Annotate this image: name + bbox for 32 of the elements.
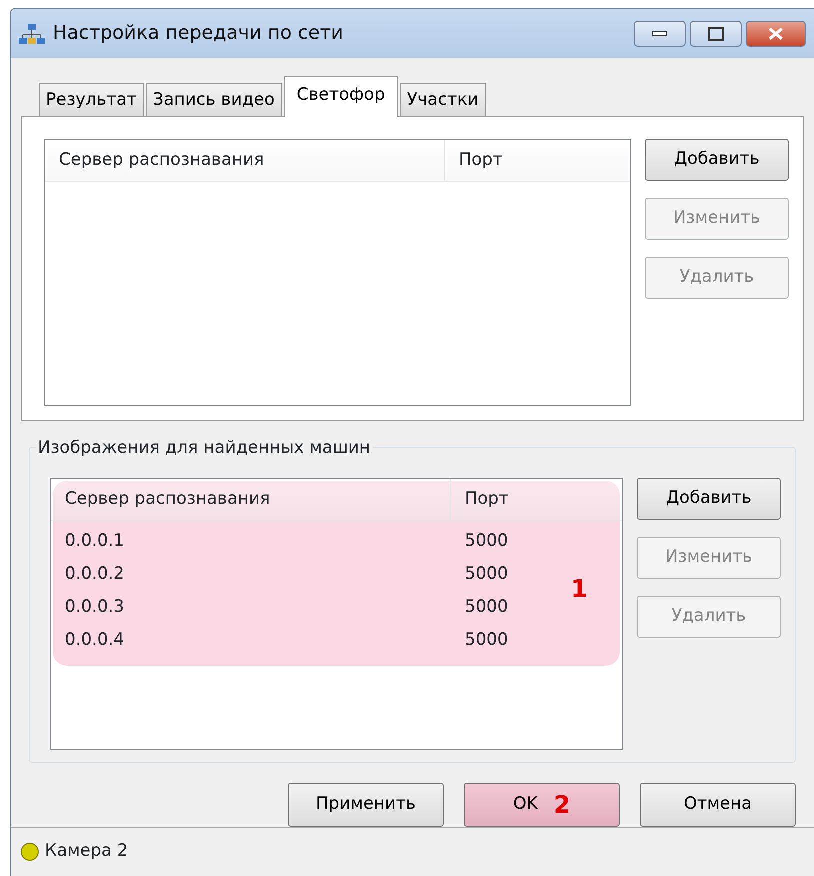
minimize-icon: [652, 30, 668, 37]
table-cell-text: 5000: [464, 530, 508, 554]
window-title: Настройка передачи по сети: [53, 21, 345, 46]
dialog-button[interactable]: Отмена: [640, 782, 796, 827]
column-header: Сервер распознавания: [51, 478, 451, 520]
table-cell-text: 5000: [464, 563, 508, 586]
table-cell-text: 0.0.0.3: [64, 596, 126, 620]
column-header: Порт: [464, 488, 510, 511]
list-button[interactable]: Добавить: [637, 478, 781, 520]
dialog-button[interactable]: OK 2: [464, 782, 620, 827]
network-icon: [19, 22, 45, 45]
column-header: Порт: [458, 148, 504, 172]
close-button[interactable]: [746, 20, 806, 47]
tab[interactable]: Участки: [400, 83, 486, 116]
table-cell-text: 0.0.0.4: [64, 629, 126, 652]
callout-number: 2: [554, 790, 571, 821]
table-cell-text: 5000: [464, 596, 508, 620]
column-header: Сервер распознавания: [45, 140, 445, 182]
table-cell-text: 0.0.0.1: [64, 530, 126, 554]
table-cell-text: 0.0.0.2: [64, 563, 126, 586]
status-text: Камера 2: [45, 840, 128, 864]
dialog-button[interactable]: Применить: [288, 782, 444, 827]
maximize-icon: [708, 26, 724, 41]
tab[interactable]: Светофор: [284, 76, 398, 117]
close-icon: [767, 26, 785, 41]
table-cell-text: 5000: [464, 629, 508, 652]
tab[interactable]: Результат: [39, 83, 144, 116]
list-button[interactable]: Добавить: [645, 138, 789, 181]
tab[interactable]: Запись видео: [146, 83, 282, 116]
minimize-button[interactable]: [634, 20, 686, 47]
maximize-button[interactable]: [690, 20, 742, 47]
callout-number: 1: [571, 574, 588, 605]
